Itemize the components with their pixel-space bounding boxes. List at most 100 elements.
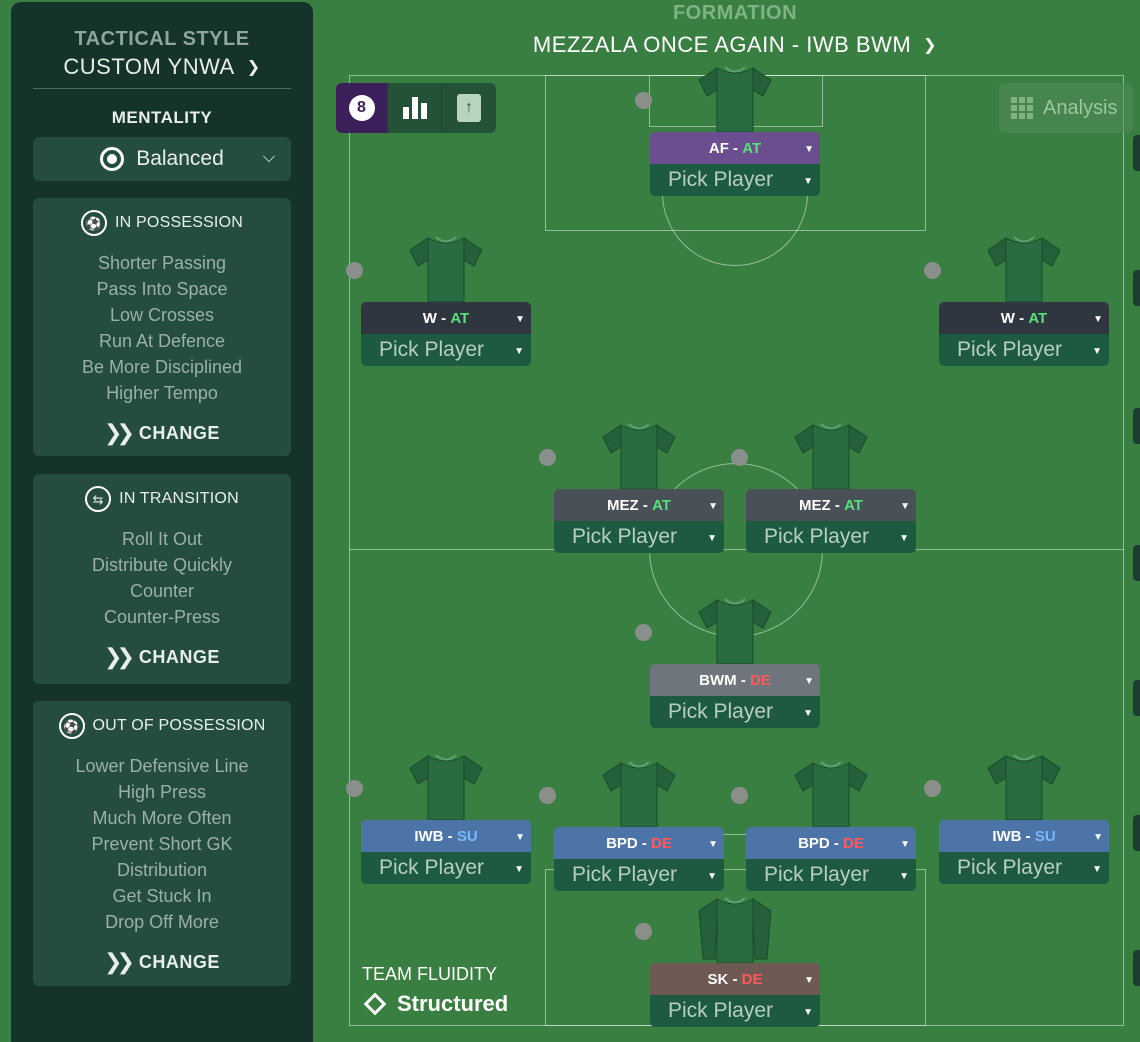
status-dot [731, 449, 748, 466]
player-view-button[interactable]: 8 [336, 83, 388, 133]
role-label: BWM [699, 671, 737, 689]
dropdown-arrow-icon: ▼ [899, 533, 909, 544]
upload-view-button[interactable]: ↑ [442, 83, 496, 133]
panel-title: IN POSSESSION [115, 214, 243, 231]
player-slot-iwb[interactable]: IWB - SU ▼ Pick Player ▼ [924, 750, 1109, 886]
side-tab[interactable] [1133, 680, 1140, 716]
role-duty-selector[interactable]: W - AT ▼ [939, 302, 1109, 334]
dropdown-arrow-icon: ▼ [515, 832, 525, 843]
formation-dropdown[interactable]: MEZZALA ONCE AGAIN - IWB BWM ❯ [500, 32, 970, 58]
dropdown-arrow-icon: ▼ [514, 346, 524, 357]
pick-player-dropdown[interactable]: Pick Player ▼ [554, 521, 724, 553]
status-dot [346, 780, 363, 797]
role-separator: - [443, 827, 457, 845]
status-dot [924, 262, 941, 279]
player-slot-w[interactable]: W - AT ▼ Pick Player ▼ [924, 232, 1109, 368]
player-slot-iwb[interactable]: IWB - SU ▼ Pick Player ▼ [346, 750, 531, 886]
stats-view-button[interactable] [388, 83, 442, 133]
side-tab[interactable] [1133, 135, 1140, 171]
role-duty-selector[interactable]: MEZ - AT ▼ [554, 489, 724, 521]
pick-player-dropdown[interactable]: Pick Player ▼ [939, 852, 1109, 884]
change-in-transition-button[interactable]: ❯❯ CHANGE [33, 644, 291, 670]
mentality-icon [100, 147, 125, 171]
instruction-item: Higher Tempo [106, 383, 218, 403]
role-label: SK [707, 970, 729, 988]
shirt-icon [408, 232, 484, 304]
role-duty-selector[interactable]: BPD - DE ▼ [554, 827, 724, 859]
shirt-icon [986, 232, 1062, 304]
mentality-label: MENTALITY [111, 108, 213, 127]
change-label: CHANGE [138, 422, 220, 443]
shirt-icon [601, 419, 677, 491]
instruction-item: Lower Defensive Line [75, 756, 249, 776]
role-duty-selector[interactable]: SK - DE ▼ [650, 963, 820, 995]
role-duty-selector[interactable]: BPD - DE ▼ [746, 827, 916, 859]
pick-player-dropdown[interactable]: Pick Player ▼ [746, 859, 916, 891]
duty-label: DE [843, 834, 864, 852]
instruction-item: Distribute Quickly [91, 555, 233, 575]
team-fluidity-value: Structured [397, 991, 509, 1016]
role-duty-selector[interactable]: BWM - DE ▼ [650, 664, 820, 696]
dropdown-arrow-icon: ▼ [803, 1007, 813, 1018]
formation-value: MEZZALA ONCE AGAIN - IWB BWM [532, 32, 912, 57]
duty-label: AT [450, 309, 470, 327]
player-slot-w[interactable]: W - AT ▼ Pick Player ▼ [346, 232, 531, 368]
player-slot-sk[interactable]: SK - DE ▼ Pick Player ▼ [635, 893, 820, 1029]
pick-player-dropdown[interactable]: Pick Player ▼ [650, 696, 820, 728]
pick-player-dropdown[interactable]: Pick Player ▼ [650, 995, 820, 1027]
dropdown-arrow-icon: ▼ [900, 839, 910, 850]
pick-player-dropdown[interactable]: Pick Player ▼ [746, 521, 916, 553]
dropdown-arrow-icon: ▼ [900, 501, 910, 512]
side-tab[interactable] [1133, 270, 1140, 306]
duty-label: SU [1034, 827, 1056, 845]
tactical-style-dropdown[interactable]: CUSTOM YNWA ❯ [11, 54, 313, 80]
pick-player-dropdown[interactable]: Pick Player ▼ [650, 164, 820, 196]
player-slot-af[interactable]: AF - AT ▼ Pick Player ▼ [635, 62, 820, 198]
divider [33, 88, 291, 89]
shirt-icon [697, 594, 773, 666]
role-duty-selector[interactable]: MEZ - AT ▼ [746, 489, 916, 521]
double-chevron-right-icon: ❯❯ [104, 949, 135, 974]
instruction-item: Pass Into Space [96, 279, 228, 299]
role-duty-selector[interactable]: W - AT ▼ [361, 302, 531, 334]
shirt-icon [697, 62, 773, 134]
chevron-down-icon: ❯ [923, 37, 938, 54]
player-slot-mez[interactable]: MEZ - AT ▼ Pick Player ▼ [539, 419, 724, 555]
role-duty-selector[interactable]: IWB - SU ▼ [939, 820, 1109, 852]
player-slot-bwm[interactable]: BWM - DE ▼ Pick Player ▼ [635, 594, 820, 730]
player-slot-bpd[interactable]: BPD - DE ▼ Pick Player ▼ [731, 757, 916, 893]
pick-player-dropdown[interactable]: Pick Player ▼ [939, 334, 1109, 366]
duty-label: DE [651, 834, 672, 852]
change-in-possession-button[interactable]: ❯❯ CHANGE [33, 420, 291, 446]
player-badge-icon: 8 [348, 95, 375, 121]
analysis-button[interactable]: Analysis [999, 83, 1133, 133]
instruction-item: High Press [117, 782, 207, 802]
upload-icon: ↑ [457, 94, 481, 122]
role-label: W [422, 309, 437, 327]
role-duty-selector[interactable]: IWB - SU ▼ [361, 820, 531, 852]
pick-player-dropdown[interactable]: Pick Player ▼ [361, 334, 531, 366]
duty-label: AT [652, 496, 671, 514]
change-out-of-possession-button[interactable]: ❯❯ CHANGE [33, 949, 291, 975]
side-tab[interactable] [1133, 950, 1140, 986]
tactical-style-value: CUSTOM YNWA [63, 54, 235, 79]
player-slot-bpd[interactable]: BPD - DE ▼ Pick Player ▼ [539, 757, 724, 893]
player-slot-mez[interactable]: MEZ - AT ▼ Pick Player ▼ [731, 419, 916, 555]
status-dot [635, 923, 652, 940]
pick-player-label: Pick Player [957, 338, 1063, 361]
duty-label: SU [456, 827, 478, 845]
role-duty-selector[interactable]: AF - AT ▼ [650, 132, 820, 164]
side-tab[interactable] [1133, 408, 1140, 444]
change-label: CHANGE [138, 951, 220, 972]
side-tab[interactable] [1133, 545, 1140, 581]
formation-label: FORMATION [672, 2, 798, 24]
mentality-dropdown[interactable]: Balanced ⌵ [33, 137, 291, 181]
side-tab[interactable] [1133, 815, 1140, 851]
dropdown-arrow-icon: ▼ [1092, 864, 1102, 875]
panel-title: IN TRANSITION [119, 490, 239, 507]
pick-player-dropdown[interactable]: Pick Player ▼ [554, 859, 724, 891]
pick-player-dropdown[interactable]: Pick Player ▼ [361, 852, 531, 884]
instruction-item: Much More Often [92, 808, 232, 828]
status-dot [635, 92, 652, 109]
change-label: CHANGE [138, 646, 220, 667]
